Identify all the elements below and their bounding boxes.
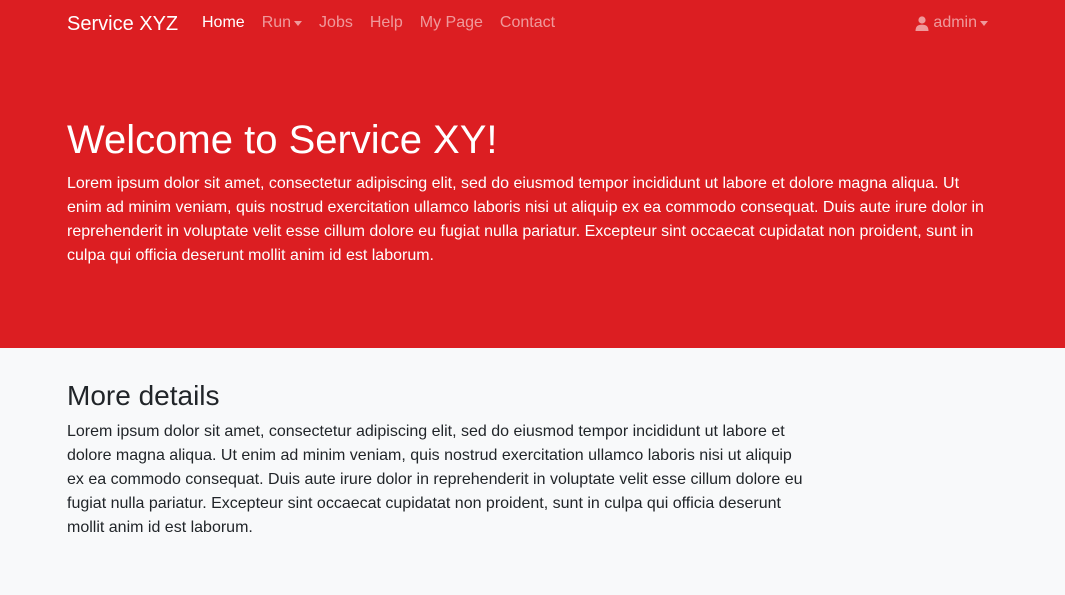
nav-item-home[interactable]: Home [202, 13, 245, 33]
nav-item-label: Home [202, 14, 245, 31]
nav-item-label: Contact [499, 14, 556, 31]
hero-text: Lorem ipsum dolor sit amet, consectetur … [67, 175, 984, 264]
navbar: Service XYZ Home Run Jobs Help My Page C… [0, 0, 1065, 48]
hero-title: Welcome to Service XY! [67, 118, 498, 162]
nav-item-jobs[interactable]: Jobs [319, 13, 353, 33]
nav-item-help[interactable]: Help [370, 13, 403, 33]
nav-item-label: Run [261, 14, 292, 31]
nav-menu: Home Run Jobs Help My Page Contact [202, 13, 572, 33]
nav-item-run[interactable]: Run [261, 13, 303, 33]
caret-down-icon [980, 21, 988, 26]
caret-down-icon [294, 21, 303, 26]
nav-item-contact[interactable]: Contact [500, 13, 555, 33]
details-title: More details [67, 380, 220, 411]
hero-section: Service XYZ Home Run Jobs Help My Page C… [0, 0, 1065, 348]
nav-item-label: Help [369, 14, 403, 31]
brand-link[interactable]: Service XYZ [67, 12, 178, 36]
nav-item-label: My Page [419, 14, 483, 31]
nav-item-label: Jobs [319, 14, 353, 31]
user-icon [915, 15, 929, 31]
user-menu-label: admin [933, 14, 977, 31]
user-menu[interactable]: admin [915, 13, 988, 33]
details-text: Lorem ipsum dolor sit amet, consectetur … [67, 423, 803, 536]
nav-item-my-page[interactable]: My Page [420, 13, 483, 33]
